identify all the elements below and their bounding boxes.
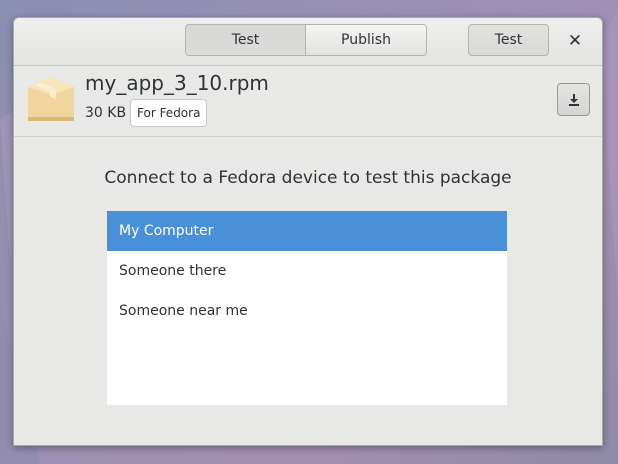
device-list: My Computer Someone there Someone near m… — [107, 211, 507, 405]
close-icon: ✕ — [567, 31, 583, 51]
headerbar: Test Publish Test ✕ — [14, 18, 602, 66]
package-size: 30 KB — [85, 105, 127, 121]
test-button[interactable]: Test — [468, 24, 549, 56]
device-item-someone-there[interactable]: Someone there — [107, 251, 507, 291]
device-item-someone-near-me[interactable]: Someone near me — [107, 291, 507, 331]
package-info: my_app_3_10.rpm 30 KB For Fedora — [14, 66, 602, 137]
download-icon — [568, 93, 579, 106]
tab-test[interactable]: Test — [185, 24, 306, 56]
dialog-window: Test Publish Test ✕ my_app_3_10.rpm 30 K… — [13, 17, 603, 446]
download-button[interactable] — [557, 83, 590, 116]
package-box-icon — [28, 77, 74, 121]
device-item-my-computer[interactable]: My Computer — [107, 211, 507, 251]
package-filename: my_app_3_10.rpm — [85, 71, 269, 95]
mode-switcher: Test Publish — [185, 24, 427, 56]
close-button[interactable]: ✕ — [562, 28, 588, 54]
connect-prompt: Connect to a Fedora device to test this … — [104, 168, 512, 188]
tab-publish[interactable]: Publish — [306, 24, 427, 56]
platform-badge: For Fedora — [130, 99, 208, 127]
